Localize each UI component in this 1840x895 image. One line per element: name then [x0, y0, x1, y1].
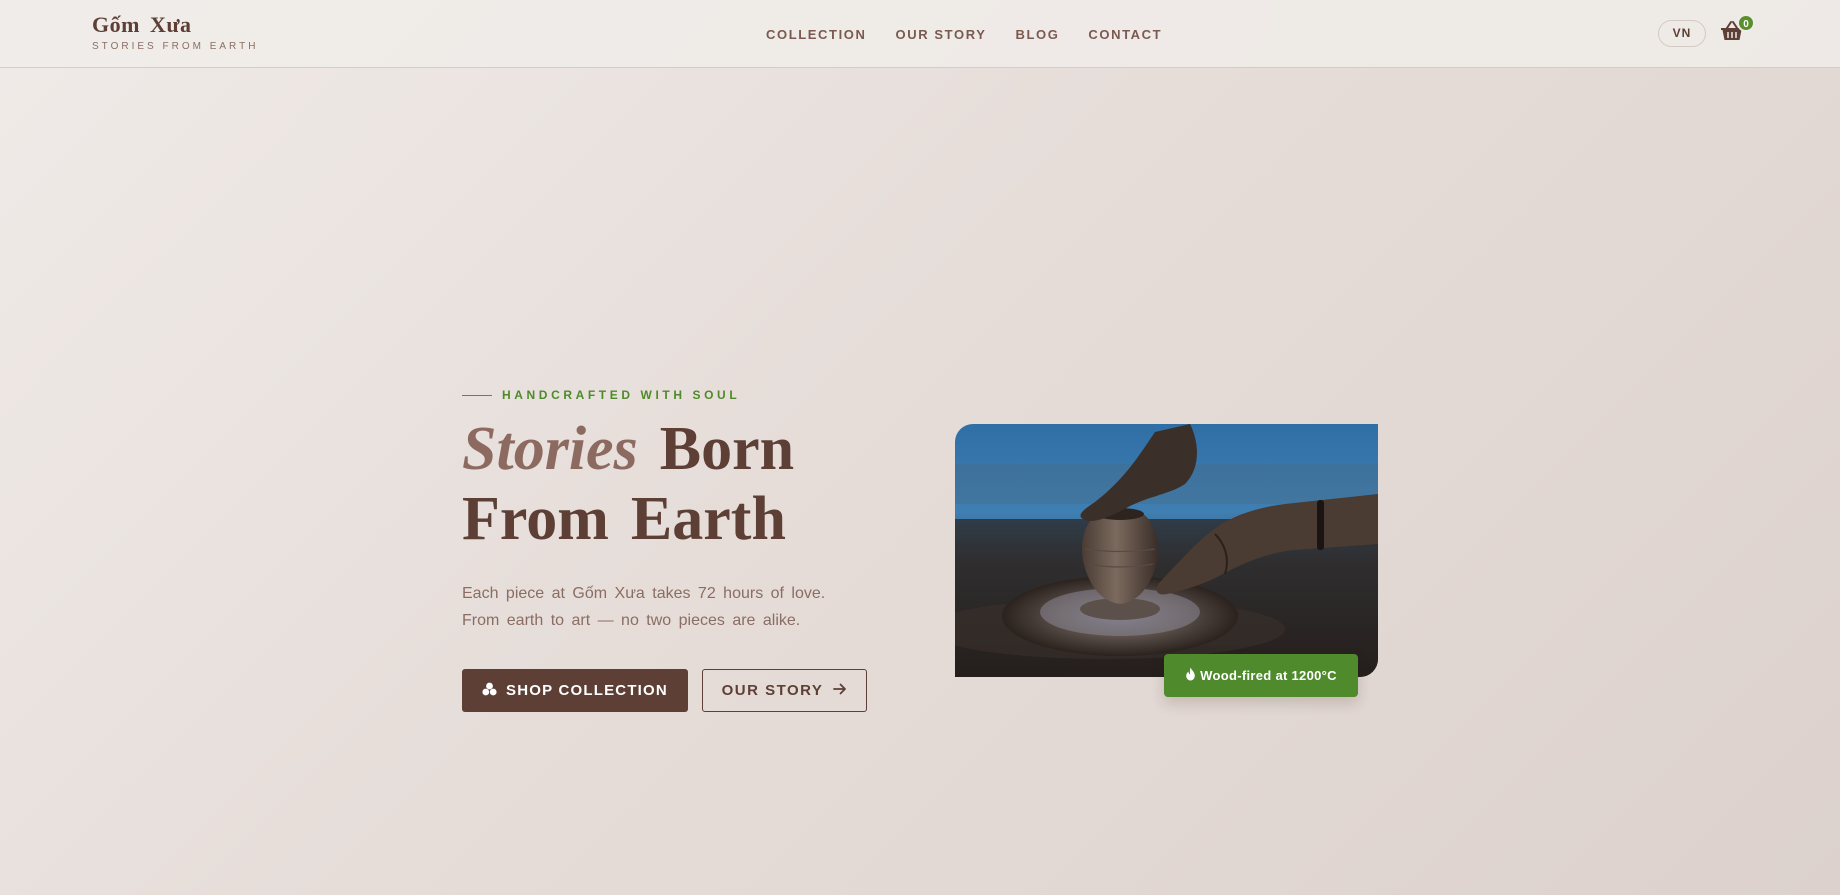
brand-name: Gốm Xưa: [92, 12, 192, 37]
hero-image-pottery-wheel: [955, 424, 1378, 677]
wood-fired-badge: Wood-fired at 1200°C: [1164, 654, 1358, 697]
eyebrow-rule: [462, 394, 492, 396]
nav-item-our-story[interactable]: OUR STORY: [896, 27, 987, 42]
headline-word-from: From: [462, 485, 609, 553]
flame-icon: [1185, 667, 1196, 684]
arrow-right-icon: [833, 682, 847, 699]
nav-item-blog[interactable]: BLOG: [1015, 27, 1059, 42]
wood-fired-label: Wood-fired at 1200°C: [1200, 668, 1337, 683]
headline-word-earth: Earth: [630, 485, 786, 553]
main-nav: COLLECTION OUR STORY BLOG CONTACT: [766, 27, 1191, 42]
shop-collection-button[interactable]: SHOP COLLECTION: [462, 669, 688, 712]
nav-item-collection[interactable]: COLLECTION: [766, 27, 867, 42]
our-story-label: OUR STORY: [721, 682, 824, 699]
site-header: Gốm Xưa STORIES FROM EARTH COLLECTION OU…: [0, 0, 1840, 68]
vase-cluster-icon: [482, 682, 497, 700]
headline-accent-word: Stories: [462, 415, 638, 483]
brand-logo[interactable]: Gốm Xưa STORIES FROM EARTH: [92, 12, 258, 52]
cart-button[interactable]: 0: [1720, 14, 1755, 46]
hero-eyebrow: HANDCRAFTED WITH SOUL: [462, 388, 740, 402]
hero-headline: Stories Born From Earth: [462, 414, 902, 554]
eyebrow-text: HANDCRAFTED WITH SOUL: [502, 388, 741, 402]
pottery-photo: [955, 424, 1378, 677]
cart-count-badge: 0: [1737, 14, 1755, 32]
brand-tagline: STORIES FROM EARTH: [92, 41, 259, 52]
hero-description: Each piece at Gốm Xưa takes 72 hours of …: [462, 585, 826, 629]
language-toggle-button[interactable]: VN: [1658, 20, 1706, 47]
headline-word-born: Born: [659, 415, 795, 483]
shop-collection-label: SHOP COLLECTION: [506, 682, 668, 699]
our-story-button[interactable]: OUR STORY: [702, 669, 867, 712]
nav-item-contact[interactable]: CONTACT: [1088, 27, 1162, 42]
